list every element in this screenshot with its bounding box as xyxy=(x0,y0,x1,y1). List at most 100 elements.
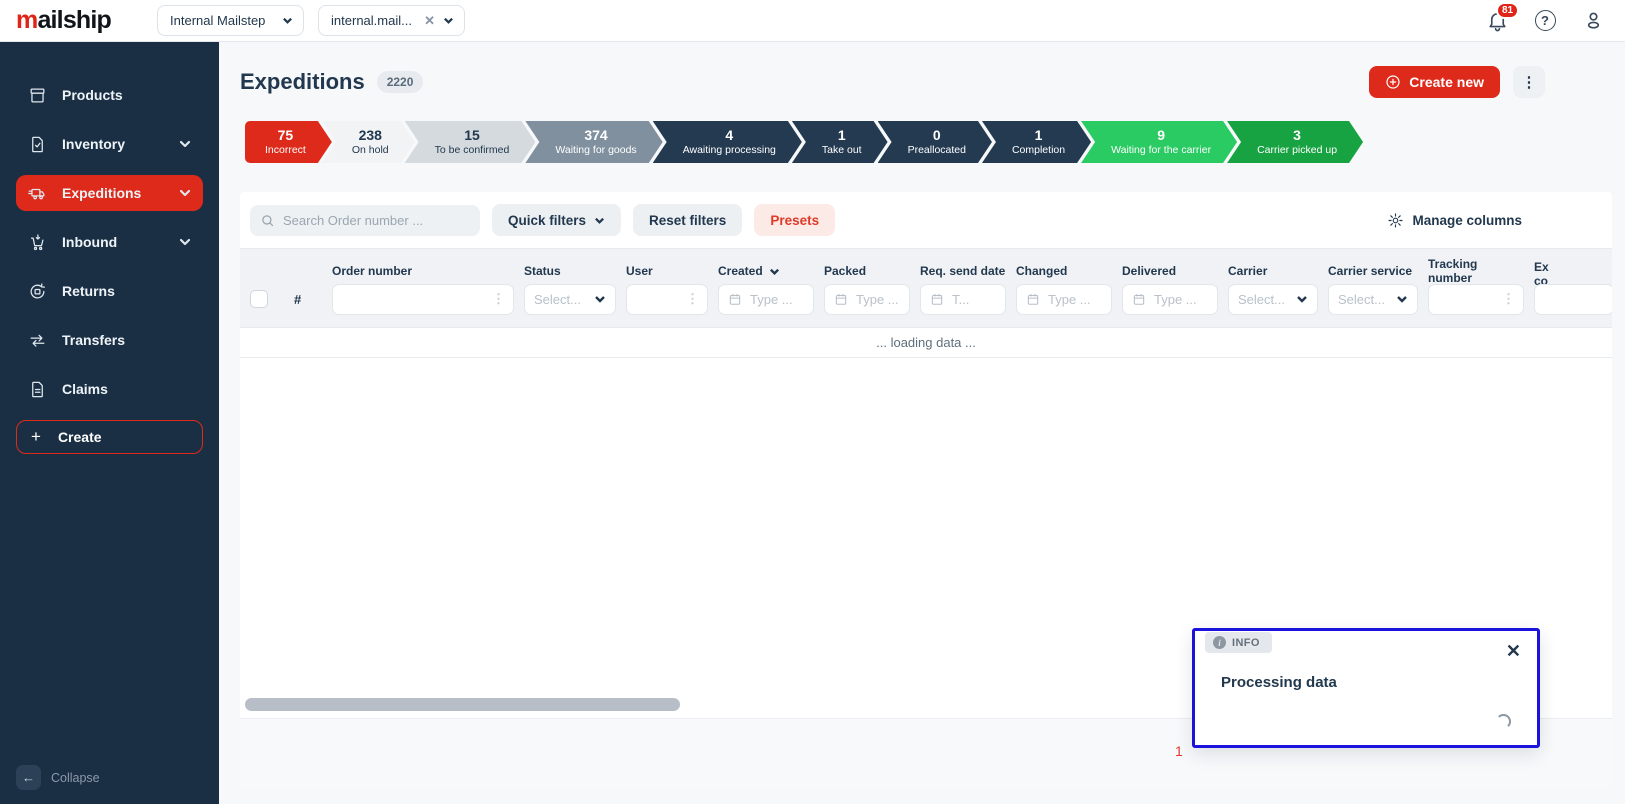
column-label: User xyxy=(626,264,653,278)
pipeline-step[interactable]: 1 Take out xyxy=(792,121,888,163)
pipeline-step-label: Completion xyxy=(1011,143,1066,156)
column-label: Tracking number xyxy=(1428,257,1478,285)
created-filter-date[interactable]: Type ... xyxy=(718,283,814,315)
column-user: User ⋮ xyxy=(626,259,708,327)
pipeline-step-label: Waiting for the carrier xyxy=(1111,143,1212,156)
user-menu-button[interactable] xyxy=(1579,7,1607,35)
column-label: Packed xyxy=(824,264,867,278)
create-new-button[interactable]: Create new xyxy=(1369,66,1500,98)
mailship-logo[interactable]: mailship xyxy=(16,6,112,35)
page-actions-menu-button[interactable]: ⋮ xyxy=(1513,66,1545,98)
sidebar-item-expeditions[interactable]: Expeditions xyxy=(16,175,203,211)
create-new-label: Create new xyxy=(1409,74,1484,90)
sidebar-item-label: Claims xyxy=(62,381,108,397)
sidebar-item-products[interactable]: Products xyxy=(16,77,203,113)
ex-co-filter-input[interactable] xyxy=(1543,291,1605,307)
sidebar-create-button[interactable]: + Create xyxy=(16,420,203,454)
topbar: mailship Internal Mailstep internal.mail… xyxy=(0,0,1625,42)
date-placeholder: Type ... xyxy=(750,291,793,307)
pipeline-step-count: 15 xyxy=(464,127,480,144)
workspace-selector-value: Internal Mailstep xyxy=(170,13,266,28)
sidebar-item-returns[interactable]: Returns xyxy=(16,273,203,309)
pipeline-step[interactable]: 9 Waiting for the carrier xyxy=(1081,121,1237,163)
sidebar-item-inventory[interactable]: Inventory xyxy=(16,126,203,162)
column-delivered: Delivered Type ... xyxy=(1122,259,1218,327)
pipeline-step-count: 1 xyxy=(1034,127,1043,144)
pipeline-step[interactable]: 15 To be confirmed xyxy=(405,121,536,163)
ex-co-filter xyxy=(1534,283,1612,315)
kebab-icon[interactable]: ⋮ xyxy=(686,291,699,307)
notifications-button[interactable]: 81 xyxy=(1483,1,1520,35)
column-ex-co: Ex co xyxy=(1534,259,1612,327)
column-order-number: Order number ⋮ xyxy=(332,259,514,327)
kebab-icon[interactable]: ⋮ xyxy=(492,291,505,307)
help-button[interactable]: ? xyxy=(1531,7,1559,35)
pipeline-step-count: 9 xyxy=(1157,127,1165,144)
pipeline-step-label: Take out xyxy=(821,143,862,156)
sidebar-item-inbound[interactable]: Inbound xyxy=(16,224,203,260)
create-button-label: Create xyxy=(57,429,102,445)
req-send-date-filter-date[interactable]: T... xyxy=(920,283,1006,315)
plus-circle-icon xyxy=(1386,75,1400,89)
pagination-current-page[interactable]: 1 xyxy=(1175,743,1183,759)
pipeline-step-label: Carrier picked up xyxy=(1257,143,1338,156)
help-icon: ? xyxy=(1534,10,1556,31)
pipeline-step-label: On hold xyxy=(351,143,389,156)
pipeline-step-count: 4 xyxy=(725,127,734,144)
select-all-checkbox[interactable] xyxy=(250,290,268,308)
pipeline-step-count: 0 xyxy=(932,127,941,144)
pipeline-step[interactable]: 238 On hold xyxy=(322,121,415,163)
horizontal-scrollbar-thumb[interactable] xyxy=(245,698,680,711)
kebab-icon[interactable]: ⋮ xyxy=(1502,291,1515,307)
column-label: Order number xyxy=(332,264,413,278)
user-filter-input[interactable] xyxy=(635,291,682,307)
column-label: Carrier xyxy=(1228,264,1268,278)
sidebar-item-claims[interactable]: Claims xyxy=(16,371,203,407)
info-icon: i xyxy=(1213,636,1226,649)
sidebar-item-transfers[interactable]: Transfers xyxy=(16,322,203,358)
manage-columns-button[interactable]: Manage columns xyxy=(1387,212,1522,229)
pipeline-step[interactable]: 4 Awaiting processing xyxy=(653,121,802,163)
calendar-icon xyxy=(835,294,847,305)
column-created: Created Type ... xyxy=(718,259,814,327)
table-header: # Order number ⋮ Status Select... User ⋮… xyxy=(240,248,1612,328)
search-icon xyxy=(262,214,274,226)
date-placeholder: Type ... xyxy=(1048,291,1091,307)
collapse-sidebar-button[interactable]: ← Collapse xyxy=(16,765,100,790)
workspace-selector[interactable]: Internal Mailstep xyxy=(157,5,305,36)
info-toast: i INFO ✕ Processing data xyxy=(1192,628,1540,748)
search-input[interactable] xyxy=(283,212,470,228)
pipeline-step[interactable]: 3 Carrier picked up xyxy=(1227,121,1363,163)
column-label: Delivered xyxy=(1122,264,1177,278)
toast-message: Processing data xyxy=(1221,674,1337,691)
total-count-badge: 2220 xyxy=(376,71,424,93)
delivered-filter-date[interactable]: Type ... xyxy=(1122,283,1218,315)
column-packed: Packed Type ... xyxy=(824,259,910,327)
pipeline-step[interactable]: 0 Preallocated xyxy=(878,121,992,163)
presets-button[interactable]: Presets xyxy=(754,204,836,236)
carrier-service-filter-select[interactable]: Select... xyxy=(1328,283,1418,315)
carrier-filter-select[interactable]: Select... xyxy=(1228,283,1318,315)
chevron-down-icon xyxy=(1397,296,1407,303)
order-number-filter-input[interactable] xyxy=(341,291,488,307)
quick-filters-button[interactable]: Quick filters xyxy=(492,204,622,236)
close-icon[interactable]: ✕ xyxy=(1506,641,1521,662)
changed-filter-date[interactable]: Type ... xyxy=(1016,283,1112,315)
sidebar-item-label: Inventory xyxy=(62,136,126,152)
chevron-down-icon xyxy=(1297,296,1307,303)
account-selector[interactable]: internal.mail... ✕ xyxy=(318,5,466,36)
status-filter-select[interactable]: Select... xyxy=(524,283,616,315)
clear-icon[interactable]: ✕ xyxy=(424,13,435,29)
status-pipeline: 75 Incorrect 238 On hold 15 To be confir… xyxy=(245,121,1363,163)
calendar-icon xyxy=(931,294,943,305)
pipeline-step-label: Preallocated xyxy=(907,143,966,156)
sidebar-item-label: Products xyxy=(62,87,123,103)
pipeline-step[interactable]: 75 Incorrect xyxy=(245,121,332,163)
notification-count-badge: 81 xyxy=(1496,1,1520,19)
sort-desc-icon xyxy=(769,268,779,275)
pipeline-step[interactable]: 374 Waiting for goods xyxy=(525,121,662,163)
pipeline-step[interactable]: 1 Completion xyxy=(982,121,1091,163)
packed-filter-date[interactable]: Type ... xyxy=(824,283,910,315)
tracking-number-filter-input[interactable] xyxy=(1437,291,1498,307)
reset-filters-button[interactable]: Reset filters xyxy=(633,204,743,236)
